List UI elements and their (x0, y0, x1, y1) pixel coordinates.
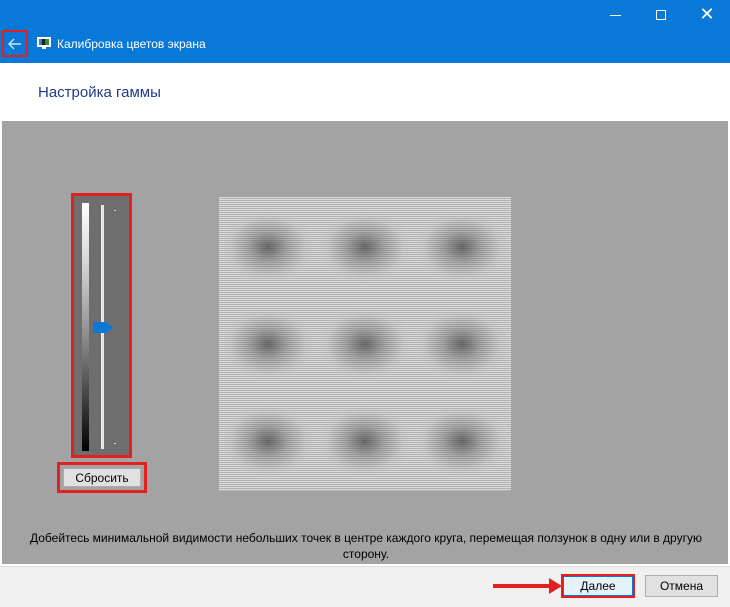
gamma-test-pattern (219, 197, 511, 491)
title-bar: ✕ Калибровка цветов экрана (0, 0, 730, 63)
slider-tick (114, 210, 116, 211)
cancel-button[interactable]: Отмена (645, 575, 718, 597)
next-highlight: Далее (561, 574, 635, 598)
close-button[interactable]: ✕ (684, 0, 730, 30)
next-button[interactable]: Далее (563, 576, 633, 596)
gamma-spot (417, 212, 507, 282)
maximize-icon (656, 10, 666, 20)
gamma-spot (223, 212, 313, 282)
gamma-spot (223, 406, 313, 476)
back-arrow-icon (8, 38, 21, 49)
maximize-button[interactable] (638, 0, 684, 30)
page-title: Настройка гаммы (38, 84, 161, 101)
reset-highlight: Сбросить (57, 462, 147, 493)
monitor-icon (37, 37, 51, 49)
instruction-text: Добейтесь минимальной видимости небольши… (30, 531, 702, 561)
reset-button[interactable]: Сбросить (63, 468, 141, 487)
header-panel: Настройка гаммы (0, 63, 730, 121)
close-icon: ✕ (699, 4, 715, 25)
gamma-spot (417, 309, 507, 379)
gamma-spot (320, 309, 410, 379)
back-button[interactable] (2, 30, 28, 57)
annotation-arrow (493, 584, 551, 588)
slider-tick (114, 443, 116, 444)
gamma-spot (320, 212, 410, 282)
gradient-bar (82, 203, 89, 451)
gamma-spot (320, 406, 410, 476)
gamma-spot (223, 309, 313, 379)
minimize-icon (609, 14, 621, 16)
gamma-spot (417, 406, 507, 476)
gamma-slider[interactable] (71, 193, 132, 458)
window-title: Калибровка цветов экрана (57, 37, 206, 51)
slider-thumb[interactable] (93, 322, 113, 333)
minimize-button[interactable] (592, 0, 638, 30)
